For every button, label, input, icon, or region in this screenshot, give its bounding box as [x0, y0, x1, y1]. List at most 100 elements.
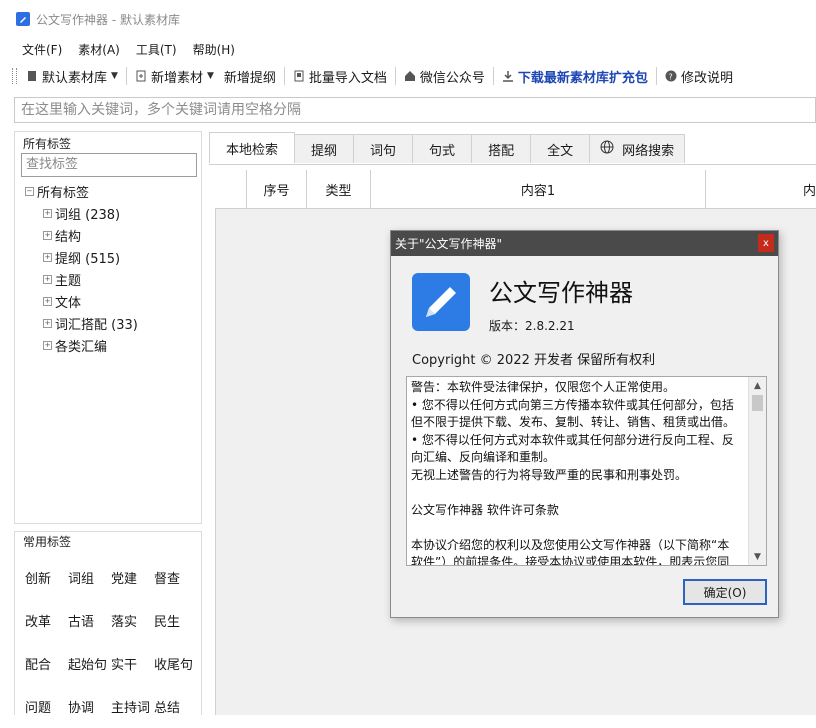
close-icon: x	[763, 237, 769, 249]
menu-file[interactable]: 文件(F)	[14, 41, 70, 58]
app-pencil-icon	[16, 12, 30, 26]
add-outline-label: 新增提纲	[223, 70, 276, 86]
tree-root[interactable]: − 所有标签	[25, 180, 138, 202]
tab-sentence[interactable]: 句式	[412, 134, 473, 163]
menu-material[interactable]: 素材(A)	[70, 41, 128, 58]
col-type[interactable]: 类型	[307, 170, 371, 208]
common-tag-row: 问题 协调 主持词 总结	[25, 685, 197, 728]
common-tag[interactable]: 配合	[25, 654, 68, 673]
common-tag[interactable]: 起始句	[68, 654, 111, 673]
common-tag[interactable]: 落实	[111, 611, 154, 630]
tab-outline[interactable]: 提纲	[294, 134, 355, 163]
ok-button[interactable]: 确定(O)	[683, 579, 767, 605]
changelog-button[interactable]: ? 修改说明	[660, 67, 738, 86]
toolbar-separator	[125, 67, 127, 85]
expand-icon[interactable]: +	[43, 208, 52, 218]
about-dialog-title: 关于"公文写作神器" x	[391, 231, 778, 256]
tab-collocation[interactable]: 搭配	[471, 134, 532, 163]
tab-strip: 本地检索 提纲 词句 句式 搭配 全文 网络搜索	[209, 132, 686, 164]
toolbar-separator	[492, 67, 494, 85]
tag-tree: − 所有标签 + 词组 (238) + 结构 + 提纲 (515) + 主题 + 文体 +…	[25, 180, 138, 356]
license-line: 无视上述警告的行为将导致严重的民事和刑事处罚。	[411, 467, 688, 482]
common-tag[interactable]: 创新	[25, 568, 68, 587]
scroll-down-icon[interactable]: ▼	[749, 548, 766, 565]
menu-help[interactable]: 帮助(H)	[185, 41, 243, 58]
tab-local-search[interactable]: 本地检索	[209, 132, 296, 163]
expand-icon[interactable]: +	[43, 230, 52, 240]
common-tags-caption: 常用标签	[23, 535, 72, 549]
about-dialog: 关于"公文写作神器" x 公文写作神器 版本：2.8.2.21 Copyrigh…	[390, 230, 779, 618]
toolbar-separator	[283, 67, 285, 85]
common-tag[interactable]: 收尾句	[154, 654, 197, 673]
common-tag[interactable]: 总结	[154, 697, 197, 716]
scroll-up-icon[interactable]: ▲	[749, 377, 766, 394]
common-tags-grid: 创新 词组 党建 督查 改革 古语 落实 民生 配合 起始句 实干 收尾句 问题…	[25, 556, 197, 728]
common-tag[interactable]: 词组	[68, 568, 111, 587]
add-outline-button[interactable]: 新增提纲	[219, 67, 281, 86]
license-line	[411, 519, 741, 537]
expand-icon[interactable]: +	[43, 274, 52, 284]
add-material-button[interactable]: 新增素材 ▼	[130, 67, 219, 86]
tag-search-input[interactable]: 查找标签	[21, 153, 197, 177]
col-seq[interactable]: 序号	[247, 170, 307, 208]
common-tag[interactable]: 古语	[68, 611, 111, 630]
tab-fulltext[interactable]: 全文	[530, 134, 591, 163]
menu-tools[interactable]: 工具(T)	[128, 41, 185, 58]
toolbar: 默认素材库 ▼ 新增素材 ▼ 新增提纲 批量导入文档 微信公众号 下载最新素材库…	[0, 62, 816, 90]
tab-phrases[interactable]: 词句	[353, 134, 414, 163]
common-tag[interactable]: 协调	[68, 697, 111, 716]
add-material-label: 新增素材	[150, 70, 203, 86]
common-tag[interactable]: 民生	[154, 611, 197, 630]
tab-divider	[209, 164, 816, 165]
tree-item[interactable]: + 词组 (238)	[25, 202, 138, 224]
col-content1[interactable]: 内容1	[371, 170, 706, 208]
download-label: 下载最新素材库扩充包	[517, 70, 648, 86]
svg-text:?: ?	[668, 73, 672, 82]
expand-icon[interactable]: +	[43, 340, 52, 350]
col-content2[interactable]: 内	[706, 170, 816, 208]
collapse-icon[interactable]: −	[25, 186, 34, 196]
about-copyright: Copyright © 2022 开发者 保留所有权利	[412, 353, 656, 368]
chevron-down-icon: ▼	[111, 71, 118, 81]
common-tag[interactable]: 问题	[25, 697, 68, 716]
common-tag[interactable]: 实干	[111, 654, 154, 673]
expand-icon[interactable]: +	[43, 296, 52, 306]
tree-item[interactable]: + 提纲 (515)	[25, 246, 138, 268]
window-title: 公文写作神器 - 默认素材库	[36, 12, 180, 27]
tree-item[interactable]: + 结构	[25, 224, 138, 246]
license-line	[411, 484, 741, 502]
license-line: • 您不得以任何方式对本软件或其任何部分进行反向工程、反向汇编、反向编译和重制。	[411, 432, 734, 465]
tree-item[interactable]: + 主题	[25, 268, 138, 290]
close-button[interactable]: x	[758, 234, 774, 252]
expand-icon[interactable]: +	[43, 318, 52, 328]
tree-item[interactable]: + 文体	[25, 290, 138, 312]
batch-import-button[interactable]: 批量导入文档	[288, 67, 392, 86]
common-tag[interactable]: 党建	[111, 568, 154, 587]
license-line: • 您不得以任何方式向第三方传播本软件或其任何部分，包括但不限于提供下载、发布、…	[411, 397, 736, 430]
keyword-search-input[interactable]: 在这里输入关键词，多个关键词请用空格分隔	[14, 97, 816, 123]
common-tag[interactable]: 主持词	[111, 697, 154, 716]
common-tag-row: 创新 词组 党建 督查	[25, 556, 197, 599]
library-icon	[26, 70, 38, 82]
download-button[interactable]: 下载最新素材库扩充包	[497, 67, 653, 86]
common-tags-panel: 常用标签 创新 词组 党建 督查 改革 古语 落实 民生 配合 起始句 实干 收…	[14, 531, 202, 716]
license-textbox[interactable]: 警告：本软件受法律保护，仅限您个人正常使用。 • 您不得以任何方式向第三方传播本…	[406, 376, 767, 566]
tree-item[interactable]: + 各类汇编	[25, 334, 138, 356]
common-tag[interactable]: 改革	[25, 611, 68, 630]
tab-web-search[interactable]: 网络搜索	[589, 134, 686, 163]
license-line: 公文写作神器 软件许可条款	[411, 502, 559, 517]
library-dropdown[interactable]: 默认素材库 ▼	[21, 67, 123, 86]
license-scrollbar[interactable]: ▲ ▼	[748, 377, 766, 565]
import-doc-icon	[293, 70, 305, 82]
scroll-thumb[interactable]	[752, 395, 763, 411]
common-tag[interactable]: 督查	[154, 568, 197, 587]
license-text: 警告：本软件受法律保护，仅限您个人正常使用。 • 您不得以任何方式向第三方传播本…	[411, 379, 741, 565]
tree-item[interactable]: + 词汇搭配 (33)	[25, 312, 138, 334]
wechat-button[interactable]: 微信公众号	[399, 67, 490, 86]
new-doc-icon	[135, 70, 147, 82]
tree-item-label: 结构	[55, 229, 82, 245]
globe-icon	[600, 140, 614, 158]
expand-icon[interactable]: +	[43, 252, 52, 262]
tree-item-label: 各类汇编	[55, 339, 108, 355]
batch-import-label: 批量导入文档	[308, 70, 387, 86]
